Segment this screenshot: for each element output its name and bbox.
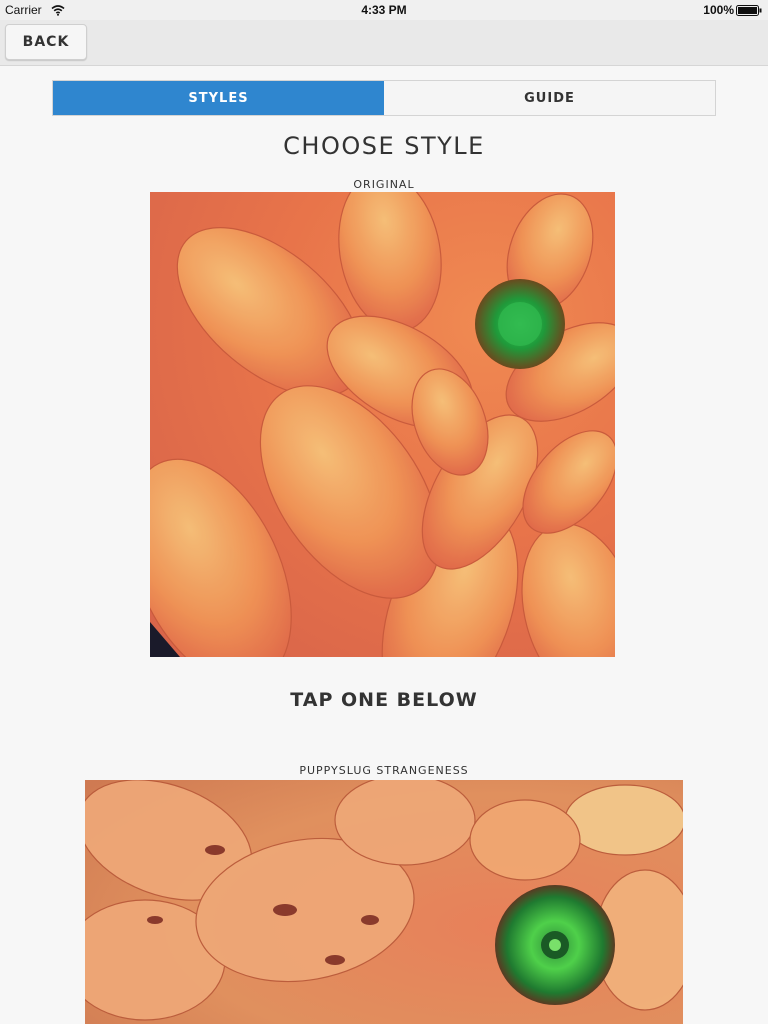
- back-button[interactable]: BACK: [5, 24, 87, 60]
- battery-icon: [736, 5, 762, 16]
- status-bar: Carrier 4:33 PM 100%: [0, 0, 768, 20]
- style-label-puppyslug: PUPPYSLUG STRANGENESS: [299, 764, 469, 777]
- battery-percent: 100%: [703, 3, 734, 17]
- tap-instruction: TAP ONE BELOW: [290, 689, 478, 711]
- original-label: ORIGINAL: [353, 178, 415, 191]
- tab-styles[interactable]: STYLES: [53, 81, 384, 115]
- tab-bar: STYLES GUIDE: [52, 80, 716, 116]
- navigation-bar: BACK: [0, 20, 768, 66]
- style-option-puppyslug[interactable]: [85, 780, 683, 1024]
- original-flower-image: [150, 192, 615, 657]
- tab-guide[interactable]: GUIDE: [384, 81, 715, 115]
- clock: 4:33 PM: [361, 3, 407, 17]
- page-title: CHOOSE STYLE: [283, 132, 485, 160]
